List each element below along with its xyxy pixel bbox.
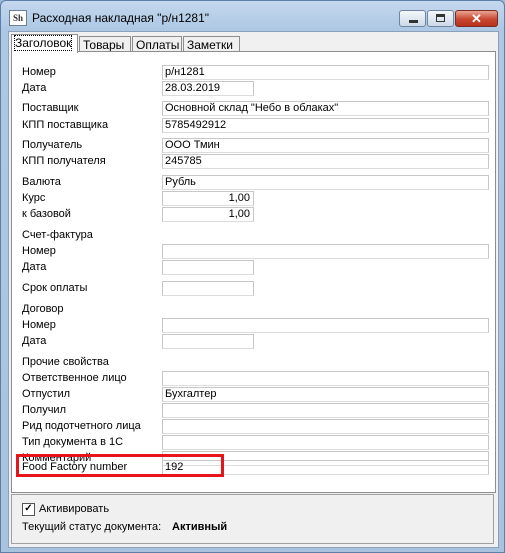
doc-type-field[interactable]: [162, 435, 489, 450]
invoice-section-label: Счет-фактура: [22, 229, 93, 241]
accountable-kind-field[interactable]: [162, 419, 489, 434]
currency-field[interactable]: Рубль: [162, 175, 489, 190]
recipient-field[interactable]: ООО Тмин: [162, 138, 489, 153]
payment-due-label: Срок оплаты: [22, 282, 88, 294]
doc-type-label: Тип документа в 1С: [22, 436, 124, 448]
released-by-label: Отпустил: [22, 388, 71, 400]
recipient-kpp-field[interactable]: 245785: [162, 154, 489, 169]
tab-notes[interactable]: Заметки: [183, 36, 240, 52]
tab-goods[interactable]: Товары: [79, 36, 131, 52]
received-by-label: Получил: [22, 404, 66, 416]
rate-field[interactable]: 1,00: [162, 191, 254, 206]
supplier-kpp-label: КПП поставщика: [22, 119, 109, 131]
recipient-kpp-label: КПП получателя: [22, 155, 106, 167]
responsible-field[interactable]: [162, 371, 489, 386]
contract-number-label: Номер: [22, 319, 56, 331]
activate-checkbox[interactable]: ✓: [22, 503, 35, 516]
header-panel: Номер р/н1281 Дата 28.03.2019 Поставщик …: [11, 51, 496, 493]
maximize-icon: [436, 14, 445, 22]
close-icon: ✕: [471, 11, 482, 26]
supplier-field[interactable]: Основной склад "Небо в облаках": [162, 101, 489, 116]
contract-number-field[interactable]: [162, 318, 489, 333]
invoice-date-label: Дата: [22, 261, 47, 273]
date-field[interactable]: 28.03.2019: [162, 81, 254, 96]
received-by-field[interactable]: [162, 403, 489, 418]
payment-due-field[interactable]: [162, 281, 254, 296]
tab-header-label: Заголовок: [13, 35, 73, 51]
supplier-kpp-field[interactable]: 5785492912: [162, 118, 489, 133]
invoice-number-field[interactable]: [162, 244, 489, 259]
status-value: Активный: [172, 521, 228, 533]
accountable-kind-label: Рид подотчетного лица: [22, 420, 141, 432]
activate-label[interactable]: Активировать: [39, 503, 109, 515]
responsible-label: Ответственное лицо: [22, 372, 127, 384]
close-button[interactable]: ✕: [455, 10, 498, 27]
number-field[interactable]: р/н1281: [162, 65, 489, 80]
app-icon: Sh: [9, 10, 27, 26]
food-factory-highlight: [16, 454, 224, 477]
title-bar[interactable]: Sh Расходная накладная "р/н1281" ✕: [1, 1, 504, 31]
invoice-window: Sh Расходная накладная "р/н1281" ✕ Загол…: [0, 0, 505, 553]
minimize-icon: [409, 20, 418, 23]
status-label: Текущий статус документа:: [22, 521, 162, 533]
recipient-label: Получатель: [22, 139, 83, 151]
contract-date-field[interactable]: [162, 334, 254, 349]
contract-section-label: Договор: [22, 303, 64, 315]
contract-date-label: Дата: [22, 335, 47, 347]
supplier-label: Поставщик: [22, 102, 79, 114]
minimize-button[interactable]: [399, 10, 426, 27]
client-area: Заголовок Товары Оплаты Заметки Номер р/…: [8, 31, 499, 548]
tab-payments[interactable]: Оплаты: [132, 36, 182, 52]
window-title: Расходная накладная "р/н1281": [32, 11, 210, 25]
currency-label: Валюта: [22, 176, 61, 188]
number-label: Номер: [22, 66, 56, 78]
invoice-date-field[interactable]: [162, 260, 254, 275]
date-label: Дата: [22, 82, 47, 94]
maximize-button[interactable]: [427, 10, 454, 27]
released-by-field[interactable]: Бухгалтер: [162, 387, 489, 402]
tab-header[interactable]: Заголовок: [11, 34, 78, 53]
other-section-label: Прочие свойства: [22, 356, 109, 368]
rate-label: Курс: [22, 192, 46, 204]
base-ratio-label: к базовой: [22, 208, 71, 220]
base-ratio-field[interactable]: 1,00: [162, 207, 254, 222]
invoice-number-label: Номер: [22, 245, 56, 257]
status-group: ✓ Активировать Текущий статус документа:…: [11, 494, 494, 544]
